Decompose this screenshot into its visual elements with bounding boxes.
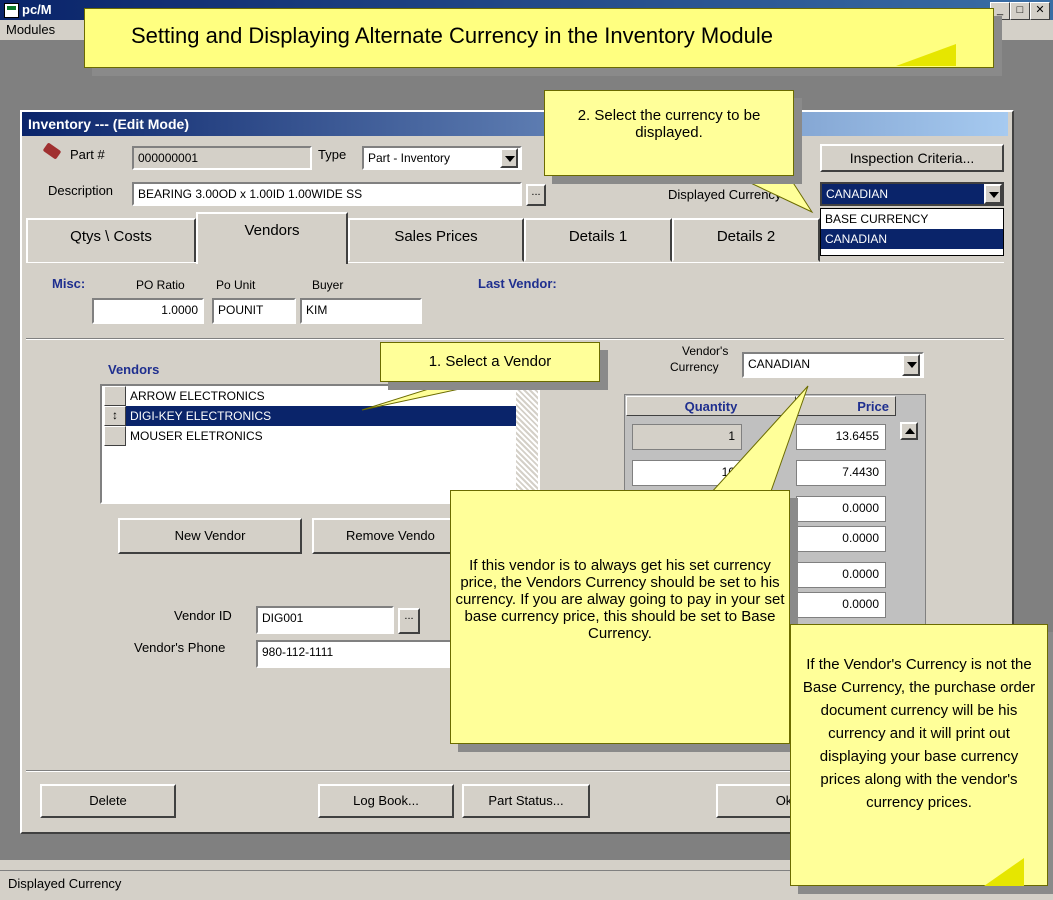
tab-vendors[interactable]: Vendors xyxy=(196,212,348,264)
select-currency-callout: 2. Select the currency to be displayed. xyxy=(544,90,794,176)
vendor-currency-callout: If this vendor is to always get his set … xyxy=(450,490,790,744)
note-callout-pointer xyxy=(708,385,809,495)
select-vendor-callout: 1. Select a Vendor xyxy=(380,342,600,382)
po-callout-fold xyxy=(984,858,1024,886)
title-callout: Setting and Displaying Alternate Currenc… xyxy=(84,8,994,68)
purchase-order-callout: If the Vendor's Currency is not the Base… xyxy=(790,624,1048,886)
title-callout-fold xyxy=(896,44,956,66)
currency-callout-pointer xyxy=(739,177,814,214)
